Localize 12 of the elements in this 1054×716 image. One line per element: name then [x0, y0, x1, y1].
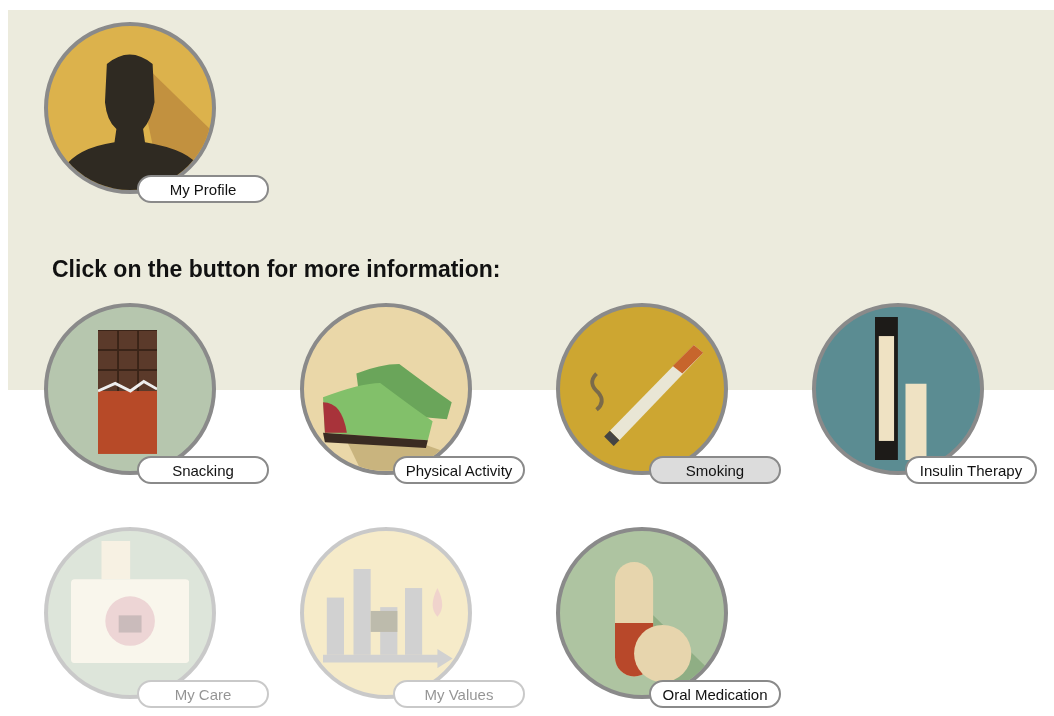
chart-bar: [405, 588, 423, 655]
chart-bar: [326, 597, 345, 655]
topic-button[interactable]: Insulin Therapy: [905, 456, 1037, 484]
topic-button[interactable]: Physical Activity: [393, 456, 525, 484]
drop-icon: [432, 588, 443, 617]
instruction-heading: Click on the button for more information:: [52, 256, 502, 283]
topic-button[interactable]: My Profile: [137, 175, 269, 203]
topic-button[interactable]: Snacking: [137, 456, 269, 484]
topic-button[interactable]: Oral Medication: [649, 680, 781, 708]
chart-bar: [380, 607, 398, 655]
topic-button[interactable]: Smoking: [649, 456, 781, 484]
arrow-icon: [323, 649, 453, 669]
